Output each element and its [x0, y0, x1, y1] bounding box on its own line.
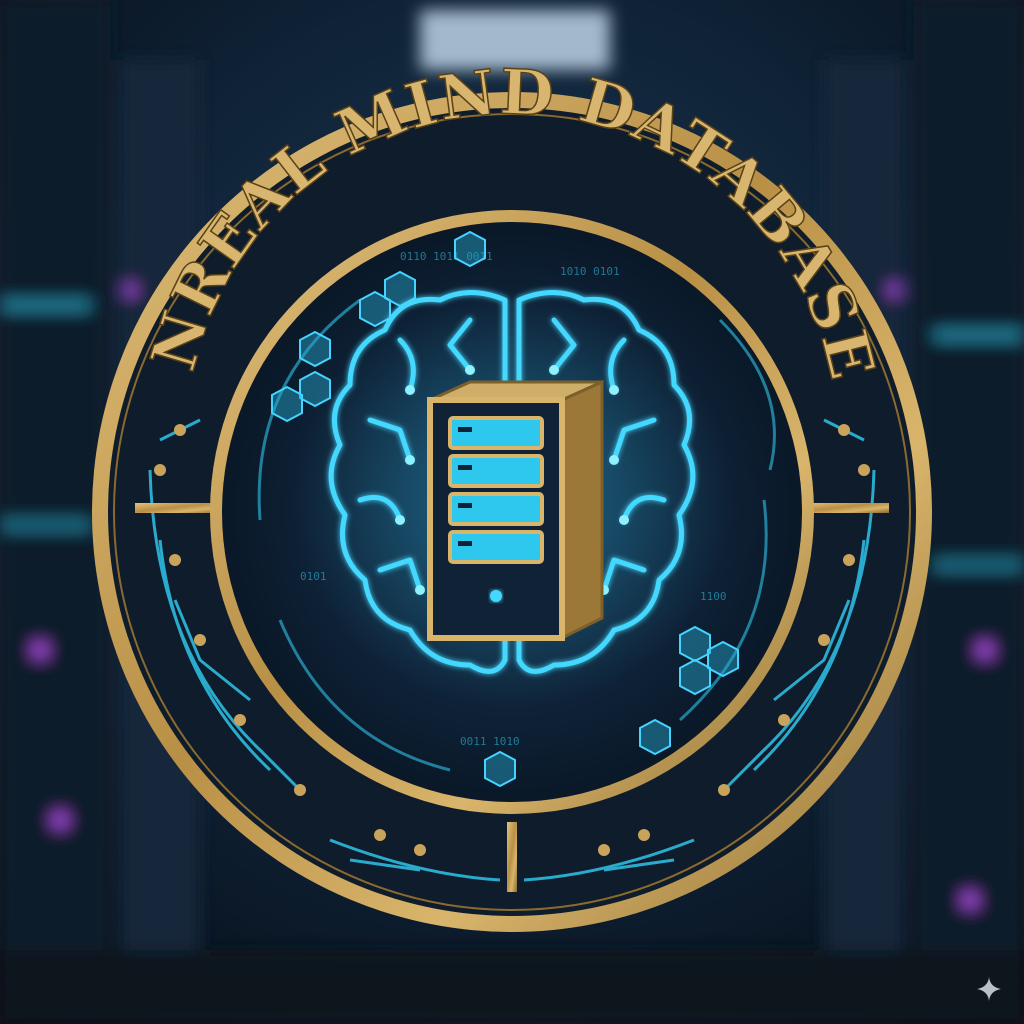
right-bar: [801, 503, 889, 513]
server-tower-icon: [427, 379, 604, 641]
sparkle-icon: [977, 977, 1001, 1001]
svg-text:1010 0101: 1010 0101: [560, 265, 620, 278]
svg-text:0011 1010: 0011 1010: [460, 735, 520, 748]
left-bar: [135, 503, 223, 513]
bottom-divider: [507, 822, 517, 892]
emblem-artwork: 0110 1011 0011 1010 0101 0101 1100 0011 …: [0, 0, 1024, 1024]
emblem-scene: 0110 1011 0011 1010 0101 0101 1100 0011 …: [0, 0, 1024, 1024]
